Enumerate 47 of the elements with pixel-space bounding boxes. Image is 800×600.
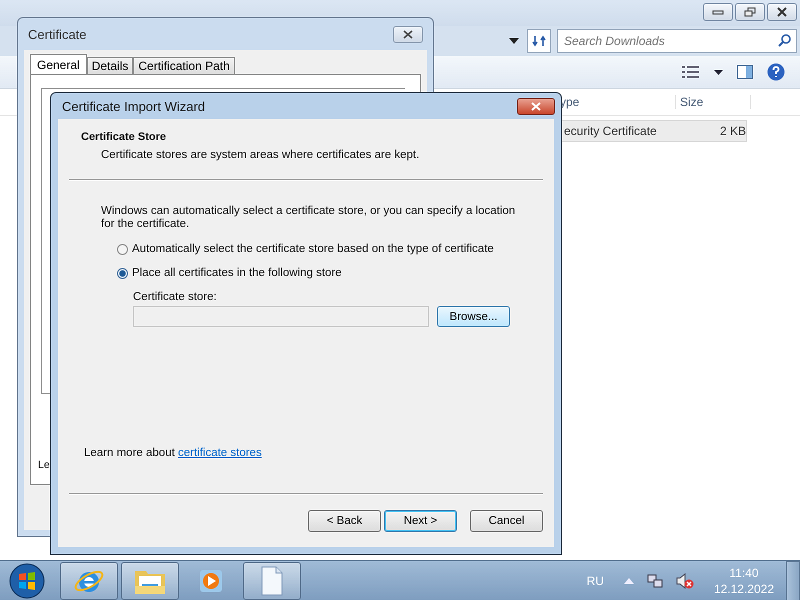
- restore-icon: [744, 7, 756, 17]
- radio-option[interactable]: Automatically select the certificate store based on the type of certificate: [117, 237, 494, 261]
- field-label: Certificate store:: [133, 291, 218, 303]
- refresh-icon: [532, 34, 546, 48]
- maximize-button[interactable]: [735, 3, 765, 21]
- close-button[interactable]: [517, 98, 555, 114]
- text-fragment: Le: [38, 459, 50, 471]
- intro-text: Windows can automatically select a certificate store, or you can specify a location for the certificate.: [101, 205, 516, 231]
- muted-speaker-icon[interactable]: [676, 572, 694, 590]
- dropdown-icon[interactable]: [509, 38, 519, 44]
- help-link[interactable]: certificate stores: [178, 447, 262, 459]
- window-title: Certificate: [28, 26, 87, 42]
- close-button[interactable]: [767, 3, 797, 21]
- column-header[interactable]: Size: [676, 95, 751, 109]
- search-field[interactable]: Search Downloads: [557, 29, 797, 53]
- tab[interactable]: General: [30, 54, 87, 74]
- dialog-button[interactable]: Next >: [384, 510, 457, 532]
- start-button[interactable]: [7, 560, 47, 600]
- dialog-button[interactable]: Cancel: [470, 510, 543, 532]
- browse-button[interactable]: Browse...: [437, 306, 510, 327]
- dropdown-icon[interactable]: [714, 70, 723, 74]
- view-icon[interactable]: [682, 66, 700, 78]
- close-icon: [530, 102, 542, 110]
- window-title: Certificate Import Wizard: [62, 98, 206, 114]
- close-icon: [402, 30, 414, 38]
- tab[interactable]: Certification Path: [133, 57, 235, 74]
- radio-button[interactable]: [117, 244, 128, 254]
- close-icon: [776, 7, 788, 17]
- taskbar-button[interactable]: [243, 562, 301, 600]
- radio-button[interactable]: [117, 268, 128, 278]
- minimize-icon: [712, 9, 724, 15]
- network-icon[interactable]: [646, 572, 664, 590]
- close-button[interactable]: [393, 26, 423, 42]
- preview-pane-icon[interactable]: [737, 65, 753, 79]
- learn-more-text: Learn more about certificate stores: [84, 447, 263, 459]
- page-heading: Certificate Store: [81, 131, 167, 143]
- minimize-button[interactable]: [703, 3, 733, 21]
- document-icon: [259, 564, 285, 596]
- help-icon[interactable]: [767, 63, 785, 81]
- taskbar-button[interactable]: [60, 562, 118, 600]
- tab[interactable]: Details: [86, 57, 134, 74]
- refresh-button[interactable]: [527, 29, 551, 53]
- page-description: Certificate stores are system areas where certificates are kept.: [100, 149, 420, 161]
- radio-option[interactable]: Place all certificates in the following store: [117, 261, 342, 285]
- search-icon: [778, 34, 791, 47]
- dialog-button[interactable]: < Back: [308, 510, 381, 532]
- taskbar-button[interactable]: [121, 562, 179, 600]
